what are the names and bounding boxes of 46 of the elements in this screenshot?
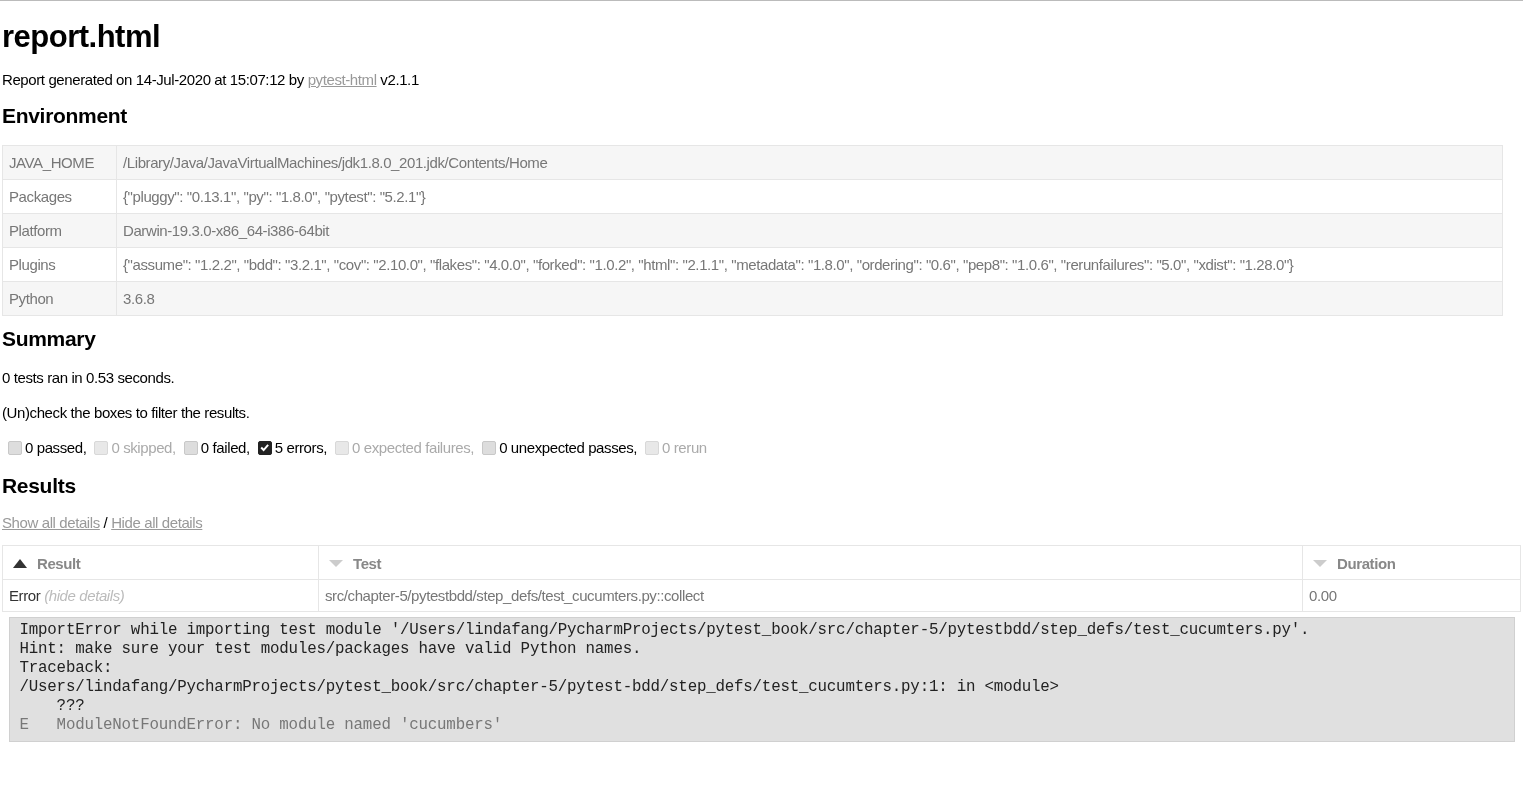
column-header[interactable]: Duration: [1302, 545, 1521, 580]
sort-down-icon: [329, 560, 343, 567]
table-cell: Packages: [2, 179, 117, 214]
separator-text: /: [103, 514, 108, 531]
table-cell: JAVA_HOME: [2, 145, 117, 180]
filter-label: 0 skipped,: [111, 439, 176, 456]
log-line: /Users/lindafang/PycharmProjects/pytest_book/src/chapter-5/pytest-bdd/step_defs/test_cucumters.py:1: in <module>: [19, 678, 1060, 697]
log-line: Hint: make sure your test modules/packages have valid Python names.: [19, 640, 643, 659]
page-title: report.html: [2, 19, 162, 55]
generated-text: Report generated on 14-Jul-2020 at 15:07:12 by: [2, 71, 304, 88]
filter-hint: (Un)check the boxes to filter the results.: [2, 404, 251, 421]
log-line: ImportError while importing test module '/Users/lindafang/PycharmProjects/pytest_book/src/chapter-5/pytestbdd/step_defs/test_cucumters.py'.: [19, 621, 1311, 640]
table-cell: 3.6.8: [116, 281, 1503, 316]
table-cell: /Library/Java/JavaVirtualMachines/jdk1.8.0_201.jdk/Contents/Home: [116, 145, 1503, 180]
version-text: v2.1.1: [380, 71, 419, 88]
pytest-html-link[interactable]: pytest-html: [307, 71, 377, 88]
table-cell: {"pluggy": "0.13.1", "py": "1.8.0", "pytest": "5.2.1"}: [116, 179, 1503, 214]
table-cell: Python: [2, 281, 117, 316]
filter-label: 5 errors,: [274, 439, 328, 456]
result-text: Error: [9, 587, 41, 604]
table-cell: Plugins: [2, 247, 117, 282]
table-cell: 0.00: [1302, 579, 1521, 612]
table-cell: src/chapter-5/pytestbdd/step_defs/test_cucumters.py::collect: [318, 579, 1303, 612]
hide-details-link[interactable]: Hide all details: [111, 514, 203, 531]
table-cell: {"assume": "1.2.2", "bdd": "3.2.1", "cov": "2.10.0", "flakes": "4.0.0", "forked": "1.0.2", "html": "2.1.1", "metadata": "1.8.0", "ordering": "0.6", "pep8": "1.0.6", "rerunfailures": "5.0", "xdist": "1.28.0"}: [116, 247, 1503, 282]
filter-label: 0 passed,: [25, 439, 87, 456]
hide-details-toggle[interactable]: (hide details): [44, 587, 125, 604]
filter-label: 0 failed,: [200, 439, 250, 456]
log-line: ???: [55, 697, 86, 716]
summary-text: 0 tests ran in 0.53 seconds.: [2, 369, 176, 386]
section-heading: Environment: [2, 104, 129, 128]
filter-label: 0 rerun: [662, 439, 707, 456]
column-header[interactable]: Test: [318, 545, 1303, 580]
show-details-link[interactable]: Show all details: [2, 514, 100, 531]
sort-up-icon: [13, 558, 27, 568]
section-heading: Results: [2, 474, 77, 498]
table-cell: Platform: [2, 213, 117, 248]
filter-label: 0 expected failures,: [352, 439, 475, 456]
table-cell: Darwin-19.3.0-x86_64-i386-64bit: [116, 213, 1503, 248]
filter-checkbox[interactable]: [257, 440, 272, 455]
column-header[interactable]: Result: [2, 545, 319, 580]
section-heading: Summary: [2, 327, 97, 351]
log-line: E ModuleNotFoundError: No module named 'cucumbers': [19, 716, 504, 735]
sort-down-icon: [1313, 560, 1327, 567]
filter-label: 0 unexpected passes,: [499, 439, 638, 456]
log-line: Traceback:: [19, 659, 114, 678]
